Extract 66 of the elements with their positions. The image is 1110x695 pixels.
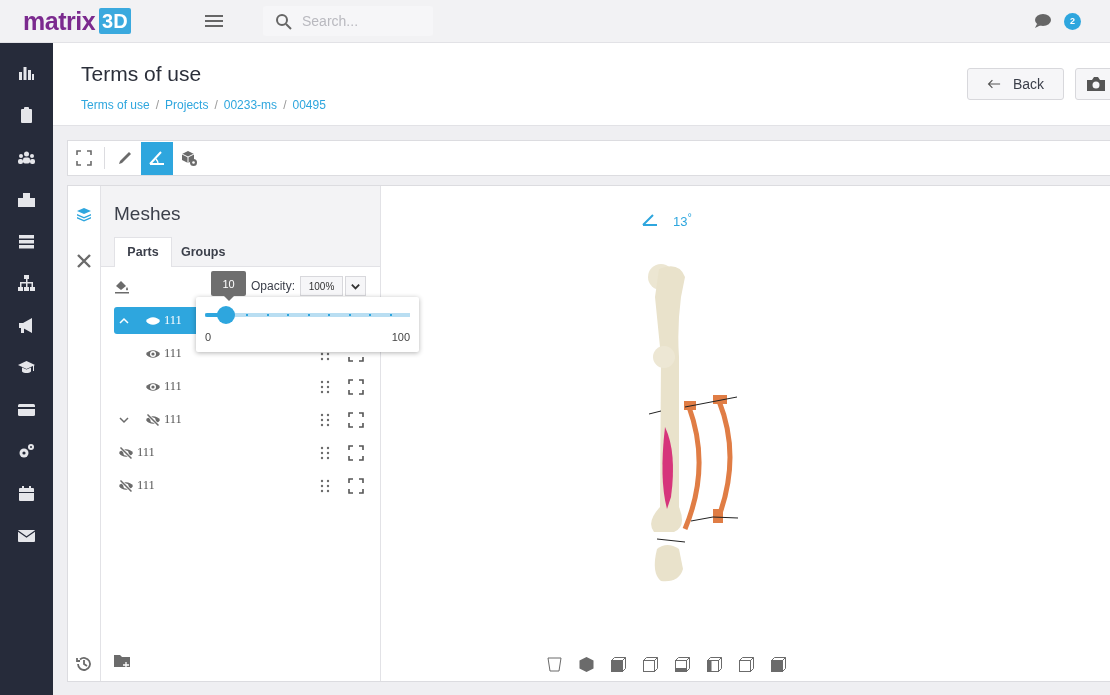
pencil-icon (116, 149, 134, 167)
bar-chart-icon[interactable] (17, 64, 36, 83)
opacity-dropdown-button[interactable] (345, 276, 366, 296)
fit-view-icon[interactable] (348, 444, 364, 461)
mesh-part-row[interactable]: 111 (114, 472, 366, 499)
fullscreen-icon (75, 149, 93, 167)
buildings-icon[interactable] (17, 190, 36, 209)
cube-right-icon[interactable] (706, 656, 723, 673)
folder-plus-icon[interactable] (114, 653, 131, 669)
cube-back-icon[interactable] (738, 656, 755, 673)
cube-top-icon[interactable] (770, 656, 787, 673)
mesh-part-row[interactable]: 111 (114, 406, 366, 433)
cube-left-icon[interactable] (642, 656, 659, 673)
logo-mark: 3D (99, 8, 131, 34)
part-name: 111 (164, 412, 182, 427)
arrow-left-icon (987, 78, 1001, 90)
angle-icon (641, 213, 659, 228)
cube-gear-icon (180, 149, 198, 167)
slider-min-label: 0 (205, 331, 212, 343)
sitemap-icon[interactable] (17, 274, 36, 293)
part-name: 111 (137, 445, 155, 460)
panel-tab[interactable]: Groups (172, 237, 230, 267)
layers-icon (75, 205, 93, 223)
menu-icon[interactable] (205, 14, 223, 28)
back-button[interactable]: Back (967, 68, 1064, 100)
part-name: 111 (164, 313, 182, 328)
slider-thumb[interactable] (216, 306, 235, 324)
cube-bottom-icon[interactable] (674, 656, 691, 673)
eye-slash-icon[interactable] (118, 477, 134, 494)
perspective-icon[interactable] (546, 656, 563, 673)
angle-tool-button[interactable] (141, 141, 173, 175)
mesh-part-row[interactable]: 111 (114, 439, 366, 466)
camera-button[interactable] (1075, 68, 1110, 100)
cube-front-icon[interactable] (610, 656, 627, 673)
panel-title: Meshes (114, 203, 182, 225)
opacity-field[interactable]: 100% (300, 276, 343, 296)
bone-implant-drawing[interactable] (648, 264, 739, 582)
search-icon (275, 13, 292, 30)
opacity-label: Opacity: (251, 279, 295, 293)
fit-view-icon[interactable] (348, 477, 364, 494)
mesh-part-row[interactable]: 111 (114, 373, 366, 400)
solid-cube-icon[interactable] (578, 656, 595, 673)
search-field[interactable]: Search... (263, 6, 433, 36)
angle-icon (148, 149, 166, 167)
eye-slash-icon[interactable] (118, 444, 134, 461)
slider-max-label: 100 (391, 331, 410, 343)
breadcrumb-separator: / (214, 98, 218, 112)
breadcrumb-separator: / (283, 98, 287, 112)
camera-icon (1086, 76, 1106, 92)
page-title: Terms of use (81, 62, 203, 86)
fit-view-icon[interactable] (348, 378, 364, 395)
eye-slash-icon[interactable] (145, 411, 161, 428)
calendar-icon[interactable] (17, 484, 36, 503)
list-icon[interactable] (17, 232, 36, 251)
part-name: 111 (137, 478, 155, 493)
logo-text: matrix (23, 6, 96, 36)
slider-value-tooltip: 10 (211, 271, 246, 296)
history-icon[interactable] (75, 655, 93, 673)
fit-view-icon[interactable] (348, 411, 364, 428)
chat-icon[interactable] (1034, 13, 1052, 29)
paint-bucket-icon[interactable] (114, 278, 130, 294)
breadcrumb-separator: / (155, 98, 160, 112)
angle-reading: 13$^{°}$ (673, 211, 692, 230)
panel-tab[interactable]: Parts (114, 237, 172, 267)
part-name: 111 (164, 346, 182, 361)
part-name: 111 (164, 379, 182, 394)
